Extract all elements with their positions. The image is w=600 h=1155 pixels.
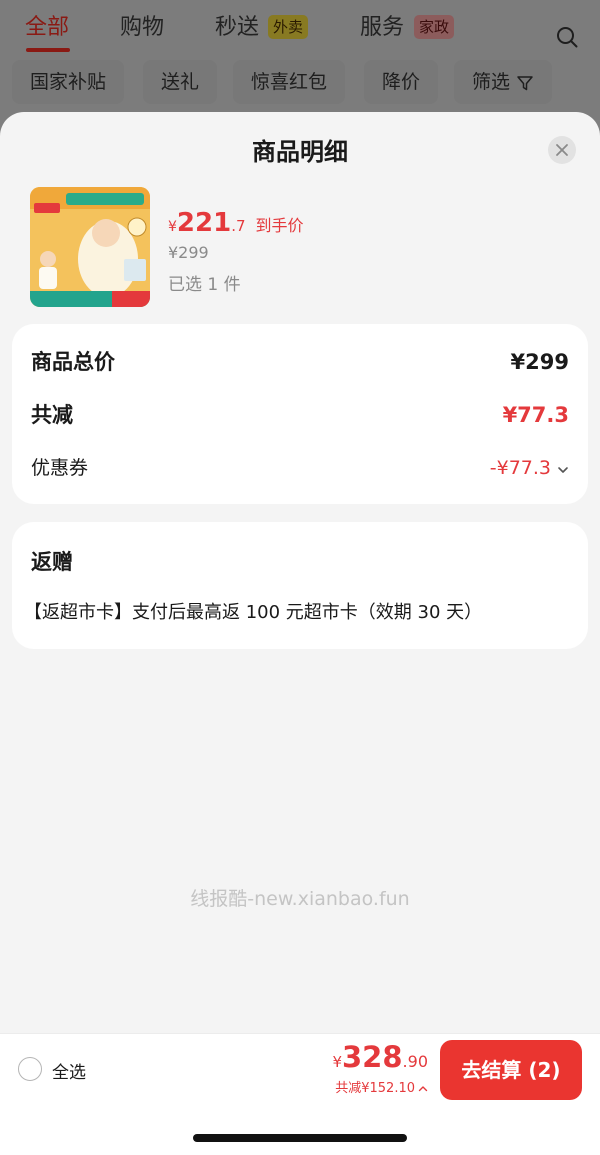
final-price-tag: 到手价: [255, 216, 304, 235]
discount-total-value: ¥77.3: [502, 403, 569, 427]
original-price: ¥299: [168, 243, 209, 262]
coupon-label: 优惠券: [31, 457, 89, 479]
discount-total-row: 共减 ¥77.3: [31, 400, 569, 430]
close-button[interactable]: [548, 136, 576, 164]
filter-national-subsidy[interactable]: 国家补贴: [12, 60, 125, 104]
saved-amount-text: 共减¥152.10: [335, 1081, 415, 1096]
baby-sleeping-bag-image: [30, 187, 150, 307]
filter-label: 筛选: [472, 71, 511, 93]
takeout-badge: 外卖: [268, 15, 309, 39]
total-price-row: 商品总价 ¥299: [31, 347, 569, 377]
filter-red-packet[interactable]: 惊喜红包: [233, 60, 346, 104]
filter-button[interactable]: 筛选: [454, 60, 553, 104]
close-icon: [556, 144, 568, 156]
saved-amount[interactable]: 共减¥152.10: [335, 1077, 428, 1096]
coupon-row[interactable]: 优惠券 -¥77.3: [31, 453, 569, 483]
tab-services[interactable]: 服务: [360, 10, 404, 46]
price-summary-card: 商品总价 ¥299 共减 ¥77.3 优惠券 -¥77.3: [12, 324, 588, 504]
housekeeping-badge: 家政: [414, 15, 455, 39]
gift-title: 返赠: [31, 550, 73, 574]
home-indicator[interactable]: [193, 1134, 407, 1142]
product-thumbnail[interactable]: [30, 187, 150, 307]
total-dec: .90: [402, 1052, 428, 1071]
select-all-label[interactable]: 全选: [52, 1058, 86, 1083]
final-price: ¥221.7 到手价: [168, 208, 304, 238]
coupon-value: -¥77.3: [489, 457, 551, 479]
tab-all[interactable]: 全部: [25, 10, 69, 46]
filter-price-drop[interactable]: 降价: [364, 60, 439, 104]
funnel-icon: [517, 75, 533, 90]
product-detail-sheet: 商品明细 ¥221.7 到手价 ¥299 已选 1 件 商品总价 ¥299 共减…: [0, 112, 600, 1033]
chevron-down-icon: [558, 466, 568, 473]
tab-shopping[interactable]: 购物: [120, 10, 164, 46]
sheet-title: 商品明细: [252, 138, 348, 166]
total-int: 328: [342, 1040, 403, 1074]
top-tabs: 全部 购物 秒送 外卖 服务 家政: [0, 10, 600, 52]
home-indicator-area: [0, 1105, 600, 1155]
coupon-value-wrap[interactable]: -¥77.3: [490, 453, 569, 484]
watermark-text: 线报酷-new.xianbao.fun: [190, 888, 410, 910]
tab-instant-delivery[interactable]: 秒送: [215, 10, 259, 46]
tab-active-underline: [26, 48, 70, 52]
chevron-up-icon: [418, 1085, 428, 1091]
cart-total: ¥328.90: [332, 1040, 428, 1074]
currency-symbol: ¥: [168, 219, 177, 235]
gift-card: 返赠 【返超市卡】支付后最高返 100 元超市卡（效期 30 天）: [12, 522, 588, 649]
search-icon[interactable]: [556, 26, 578, 48]
select-all-radio[interactable]: [18, 1057, 42, 1081]
total-price-label: 商品总价: [31, 350, 115, 374]
checkout-bar: 全选 ¥328.90 共减¥152.10 去结算 (2): [0, 1033, 600, 1105]
gift-description: 【返超市卡】支付后最高返 100 元超市卡（效期 30 天）: [24, 602, 483, 623]
checkout-button[interactable]: 去结算 (2): [440, 1040, 582, 1100]
background-header: 全部 购物 秒送 外卖 服务 家政 国家补贴 送礼 惊喜红包 降价 筛选: [0, 0, 600, 120]
selected-count: 已选 1 件: [168, 275, 241, 295]
final-price-int: 221: [176, 208, 232, 238]
discount-total-label: 共减: [31, 403, 73, 427]
filter-gift[interactable]: 送礼: [143, 60, 218, 104]
total-price-value: ¥299: [510, 350, 569, 374]
final-price-dec: .7: [231, 217, 246, 235]
total-currency: ¥: [332, 1053, 342, 1071]
